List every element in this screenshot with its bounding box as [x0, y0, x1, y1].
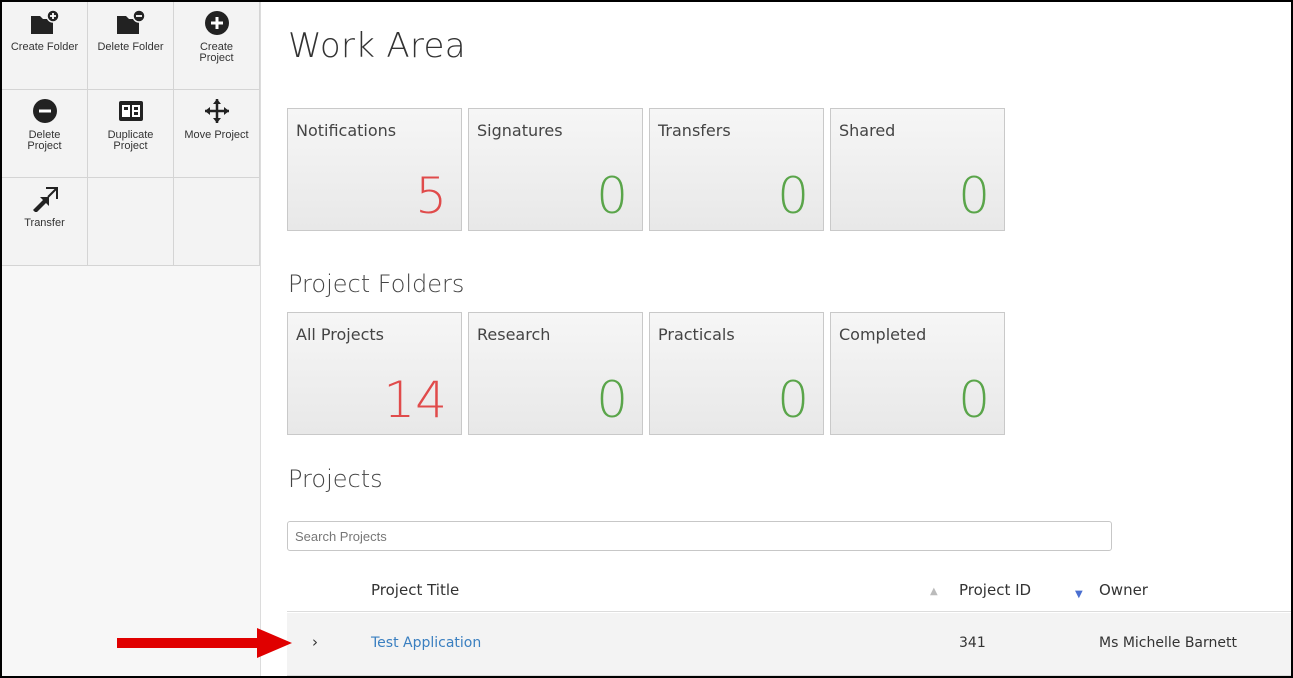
tile-label: Research	[477, 325, 551, 344]
all-projects-tile[interactable]: All Projects 14	[287, 312, 462, 435]
create-project-button[interactable]: Create Project	[174, 2, 260, 90]
tile-label: Signatures	[477, 121, 563, 140]
move-project-label: Move Project	[184, 129, 249, 141]
transfers-tile[interactable]: Transfers 0	[649, 108, 824, 231]
transfer-button[interactable]: Transfer	[2, 178, 88, 266]
tile-count: 0	[777, 167, 809, 225]
empty-tool-slot	[174, 178, 260, 266]
column-header-owner[interactable]: Owner	[1099, 581, 1148, 599]
delete-folder-label: Delete Folder	[97, 41, 164, 53]
tile-count: 0	[596, 371, 628, 429]
shared-tile[interactable]: Shared 0	[830, 108, 1005, 231]
delete-project-button[interactable]: Delete Project	[2, 90, 88, 178]
tile-count: 14	[383, 371, 447, 429]
create-project-label: Create Project	[199, 41, 234, 64]
tool-grid: Create Folder Delete Folder Create Proje…	[2, 2, 260, 266]
empty-tool-slot	[88, 178, 174, 266]
tile-label: Completed	[839, 325, 927, 344]
tile-label: All Projects	[296, 325, 384, 344]
transfer-label: Transfer	[24, 217, 65, 229]
transfer-icon	[30, 184, 60, 214]
plus-circle-icon	[202, 8, 232, 38]
completed-tile[interactable]: Completed 0	[830, 312, 1005, 435]
project-folders-heading: Project Folders	[288, 270, 465, 298]
move-project-button[interactable]: Move Project	[174, 90, 260, 178]
work-tiles: Notifications 5 Signatures 0 Transfers 0…	[287, 108, 1005, 231]
create-folder-button[interactable]: Create Folder	[2, 2, 88, 90]
tile-label: Practicals	[658, 325, 735, 344]
minus-circle-icon	[30, 96, 60, 126]
delete-folder-button[interactable]: Delete Folder	[88, 2, 174, 90]
tile-count: 0	[777, 371, 809, 429]
search-projects-input[interactable]	[287, 521, 1112, 551]
tile-label: Notifications	[296, 121, 397, 140]
create-folder-label: Create Folder	[10, 41, 79, 53]
project-id-cell: 341	[959, 635, 986, 651]
duplicate-project-label: Duplicate Project	[107, 129, 154, 152]
red-arrow-annotation-icon	[117, 628, 292, 658]
main-content: Work Area Notifications 5 Signatures 0 T…	[287, 2, 1291, 676]
app-frame: Create Folder Delete Folder Create Proje…	[0, 0, 1293, 678]
practicals-tile[interactable]: Practicals 0	[649, 312, 824, 435]
research-tile[interactable]: Research 0	[468, 312, 643, 435]
notifications-tile[interactable]: Notifications 5	[287, 108, 462, 231]
column-header-project-title[interactable]: Project Title	[371, 581, 459, 599]
tile-label: Transfers	[658, 121, 731, 140]
owner-cell: Ms Michelle Barnett	[1099, 635, 1237, 651]
move-arrows-icon	[202, 96, 232, 126]
folder-plus-icon	[30, 8, 60, 38]
signatures-tile[interactable]: Signatures 0	[468, 108, 643, 231]
duplicate-project-button[interactable]: Duplicate Project	[88, 90, 174, 178]
sort-desc-icon[interactable]: ▼︎	[1075, 589, 1083, 600]
tile-count: 5	[415, 167, 447, 225]
folder-minus-icon	[116, 8, 146, 38]
duplicate-icon	[116, 96, 146, 126]
project-title-link[interactable]: Test Application	[371, 635, 481, 651]
sidebar-toolbar: Create Folder Delete Folder Create Proje…	[2, 2, 261, 676]
column-header-project-id[interactable]: Project ID	[959, 581, 1031, 599]
projects-heading: Projects	[288, 465, 383, 493]
tile-count: 0	[596, 167, 628, 225]
tile-count: 0	[958, 371, 990, 429]
tile-label: Shared	[839, 121, 896, 140]
sort-both-icon[interactable]: ▲︎	[930, 586, 938, 597]
projects-table-header: Project Title ▲︎ Project ID ▼︎ Owner	[287, 572, 1291, 612]
row-expand-chevron-icon[interactable]: ›	[312, 633, 318, 651]
tile-count: 0	[958, 167, 990, 225]
folder-tiles: All Projects 14 Research 0 Practicals 0 …	[287, 312, 1005, 435]
table-row[interactable]: › Test Application 341 Ms Michelle Barne…	[287, 613, 1291, 676]
delete-project-label: Delete Project	[27, 129, 62, 152]
page-title: Work Area	[288, 26, 466, 66]
